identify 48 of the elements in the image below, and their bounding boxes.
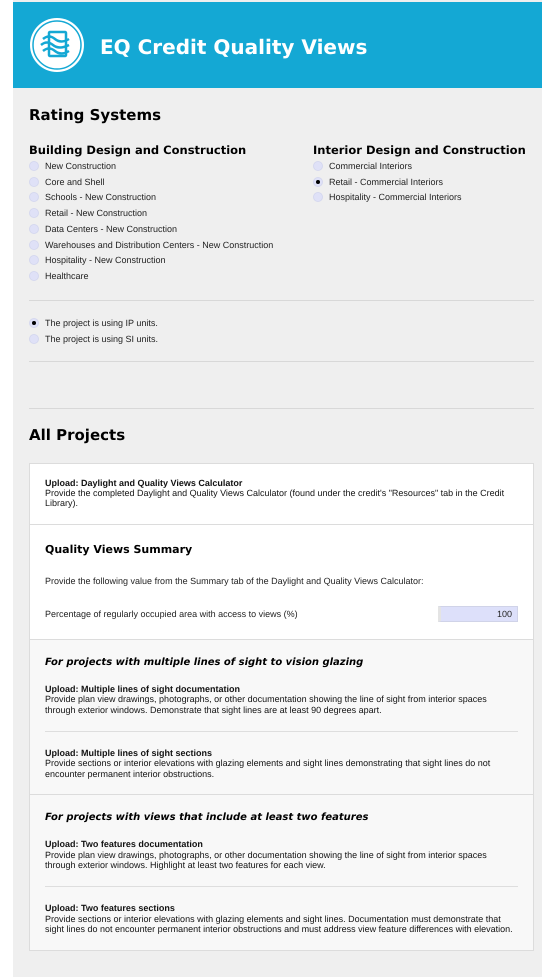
radio-button[interactable] xyxy=(29,160,39,171)
radio-label: The project is using IP units. xyxy=(45,318,158,328)
radio-button[interactable] xyxy=(29,208,39,218)
radio-button[interactable] xyxy=(29,318,39,328)
radio-button[interactable] xyxy=(29,334,39,344)
upload-description: Provide sections or interior elevations with glazing elements and sight lines. Documentation must demonstrate that sight lines do not encounter permanent interior obstructions and must address view feature differences with elevation. xyxy=(45,914,514,935)
upload-description: Provide plan view drawings, photographs, or other documentation showing the line of sight from interior spaces through exterior windows. Highlight at least two features for each view. xyxy=(45,850,488,870)
radio-label: Schools - New Construction xyxy=(45,192,156,202)
radio-button[interactable] xyxy=(29,192,39,202)
radio-label: Warehouses and Distribution Centers - New Construction xyxy=(45,240,274,250)
upload-title: Upload: Daylight and Quality Views Calculator xyxy=(45,478,244,488)
radio-button[interactable] xyxy=(29,176,39,187)
upload-title: Upload: Multiple lines of sight documentation xyxy=(45,684,241,694)
radio-label: Data Centers - New Construction xyxy=(45,224,178,234)
upload-title: Upload: Two features documentation xyxy=(45,839,204,850)
radio-button[interactable] xyxy=(29,240,39,250)
radio-label: The project is using SI units. xyxy=(45,334,158,344)
section-heading: Rating Systems xyxy=(29,106,162,124)
section-heading: All Projects xyxy=(29,426,126,444)
field-label: Percentage of regularly occupied area with access to views (%) xyxy=(45,608,298,619)
radio-label: Healthcare xyxy=(45,271,89,282)
radio-button[interactable] xyxy=(29,224,39,234)
radio-label: New Construction xyxy=(45,160,116,171)
upload-description: Provide plan view drawings, photographs, or other documentation showing the line of sight from interior spaces through exterior windows. Demonstrate that sight lines are at least 90 degrees apart. xyxy=(45,694,488,715)
group-heading: For projects with views that include at least two features xyxy=(45,812,370,824)
radio-label: Hospitality - New Construction xyxy=(45,255,166,266)
radio-label: Hospitality - Commercial Interiors xyxy=(329,192,462,202)
upload-title: Upload: Multiple lines of sight sections xyxy=(45,748,214,758)
app-title: EQ Credit Quality Views xyxy=(100,34,368,59)
upload-description: Provide the completed Daylight and Quality Views Calculator (found under the credit's "Resources" tab in the Credit Library). xyxy=(45,488,506,509)
radio-label: Retail - New Construction xyxy=(45,208,148,218)
radio-button[interactable] xyxy=(313,192,323,202)
group-heading: Building Design and Construction xyxy=(29,143,248,157)
radio-button[interactable] xyxy=(313,160,323,171)
instruction-text: Provide the following value from the Summary tab of the Daylight and Quality Views Calculator: xyxy=(45,576,425,586)
logo-icon xyxy=(29,17,85,73)
radio-label: Commercial Interiors xyxy=(329,160,412,171)
radio-label: Retail - Commercial Interiors xyxy=(329,176,444,187)
radio-label: Core and Shell xyxy=(45,176,105,187)
upload-title: Upload: Two features sections xyxy=(45,903,176,914)
upload-description: Provide sections or interior elevations with glazing elements and sight lines demonstrating that sight lines do not encounter permanent interior obstructions. xyxy=(45,758,492,780)
radio-button[interactable] xyxy=(29,271,39,282)
group-heading: Interior Design and Construction xyxy=(313,143,527,157)
group-heading: For projects with multiple lines of sight to vision glazing xyxy=(45,656,364,668)
radio-button[interactable] xyxy=(29,255,39,266)
radio-button[interactable] xyxy=(313,176,323,187)
summary-heading: Quality Views Summary xyxy=(45,542,194,556)
percentage-field[interactable]: 100 xyxy=(438,606,518,622)
